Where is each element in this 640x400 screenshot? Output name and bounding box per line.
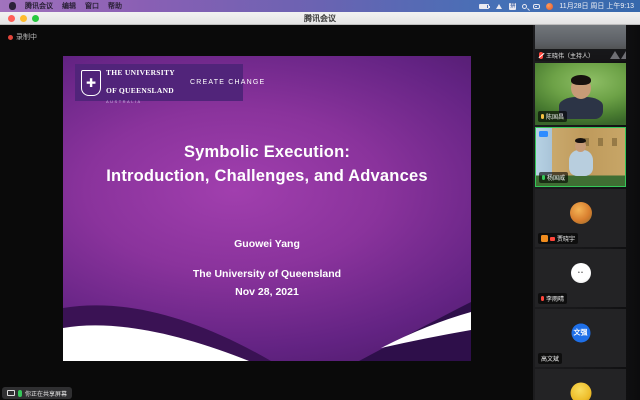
monitor-icon	[7, 390, 15, 396]
screen: 腾讯会议 编辑 窗口 帮助 拼 11月28日 周日 上午9:13 腾讯会议 录制…	[0, 0, 640, 400]
share-status-label: 你正在共享屏幕	[25, 389, 67, 398]
participant-avatar-initials: 文强	[571, 324, 590, 343]
participant-video-tile[interactable]: 文强 高文斌	[535, 309, 626, 367]
menu-window[interactable]: 窗口	[85, 1, 99, 11]
participant-name: 高文斌	[541, 354, 559, 363]
menu-app[interactable]: 腾讯会议	[25, 1, 53, 11]
shared-screen-stage: 录制中 THE UNIVERSITY OF QUEENSLAND AUSTRAL…	[0, 25, 533, 400]
slide-date: Nov 28, 2021	[63, 286, 471, 298]
slide-title-line2: Introduction, Challenges, and Advances	[106, 167, 427, 185]
participant-video-person	[568, 140, 594, 176]
presenter-badge-icon	[539, 131, 548, 137]
meeting-app-statusbar-icon[interactable]	[546, 3, 553, 10]
participants-sidebar: 王晓伟（主持人） 陈国昌	[533, 25, 640, 400]
participant-name-chip: 陈国昌	[538, 111, 567, 122]
mountains-background-detail	[610, 51, 626, 59]
building-window-detail	[612, 138, 617, 146]
participant-name: 贾晓宇	[557, 234, 575, 243]
recording-dot-icon	[8, 35, 13, 40]
participant-name: 陈国昌	[546, 112, 564, 121]
uq-logo-block: THE UNIVERSITY OF QUEENSLAND AUSTRALIA C…	[75, 64, 243, 101]
spotlight-search-icon[interactable]	[522, 4, 527, 9]
menu-help[interactable]: 帮助	[108, 1, 122, 11]
microphone-level-icon	[18, 390, 22, 397]
participant-video-tile[interactable]: 陈国昌	[535, 63, 626, 125]
slide-title-line1: Symbolic Execution:	[184, 143, 350, 161]
building-window-detail	[598, 138, 603, 146]
uq-logo-country: AUSTRALIA	[106, 99, 175, 104]
menu-bar-clock[interactable]: 11月28日 周日 上午9:13	[559, 1, 634, 11]
presentation-slide: THE UNIVERSITY OF QUEENSLAND AUSTRALIA C…	[63, 56, 471, 361]
participant-avatar	[570, 382, 591, 400]
participant-name: 李雨晴	[546, 294, 564, 303]
battery-icon[interactable]	[479, 4, 489, 9]
camera-off-icon	[550, 237, 555, 241]
mic-active-green-icon	[542, 175, 545, 180]
recording-label: 录制中	[16, 32, 37, 42]
screen-share-status-pill[interactable]: 你正在共享屏幕	[2, 387, 72, 399]
input-source-icon[interactable]: 拼	[509, 3, 516, 10]
menu-edit[interactable]: 编辑	[62, 1, 76, 11]
recording-indicator: 录制中	[8, 32, 37, 42]
mic-active-yellow-icon	[541, 114, 544, 119]
participant-name: 杨国威	[547, 173, 565, 182]
participant-name-chip: 贾晓宇	[538, 233, 578, 244]
participant-avatar: • •	[571, 263, 591, 283]
participant-video-tile[interactable]: • • 李雨晴	[535, 249, 626, 307]
apple-menu-icon[interactable]	[9, 2, 16, 10]
macos-menu-bar: 腾讯会议 编辑 窗口 帮助 拼 11月28日 周日 上午9:13	[0, 0, 640, 12]
participant-name-chip: 高文斌	[538, 353, 562, 364]
slide-affiliation: The University of Queensland	[63, 268, 471, 280]
uq-logo-line2: OF QUEENSLAND	[106, 86, 174, 95]
hand-raised-icon	[541, 235, 548, 242]
wifi-icon[interactable]	[495, 3, 503, 9]
participant-video-tile[interactable]: 王晓伟（主持人）	[535, 25, 626, 61]
uq-crest-icon	[81, 70, 101, 96]
participant-name-chip: 杨国威	[539, 172, 568, 183]
participant-video-tile[interactable]	[535, 369, 626, 400]
participant-avatar	[570, 202, 592, 224]
control-center-icon[interactable]	[533, 4, 540, 9]
slide-title: Symbolic Execution: Introduction, Challe…	[63, 140, 471, 188]
window-title-bar: 腾讯会议	[0, 12, 640, 25]
participant-name: 王晓伟（主持人）	[546, 51, 607, 60]
uq-logo-line1: THE UNIVERSITY	[106, 68, 175, 77]
mic-muted-red-icon	[541, 296, 544, 301]
participant-video-tile[interactable]: 贾晓宇	[535, 189, 626, 247]
participant-name-chip: 李雨晴	[538, 293, 567, 304]
slide-author: Guowei Yang	[63, 238, 471, 250]
window-title: 腾讯会议	[0, 13, 640, 24]
uq-logo-tagline: CREATE CHANGE	[190, 79, 265, 86]
participant-video-tile-speaking[interactable]: 杨国威	[535, 127, 626, 187]
mic-muted-icon	[539, 52, 543, 59]
participant-name-banner: 王晓伟（主持人）	[535, 49, 626, 61]
